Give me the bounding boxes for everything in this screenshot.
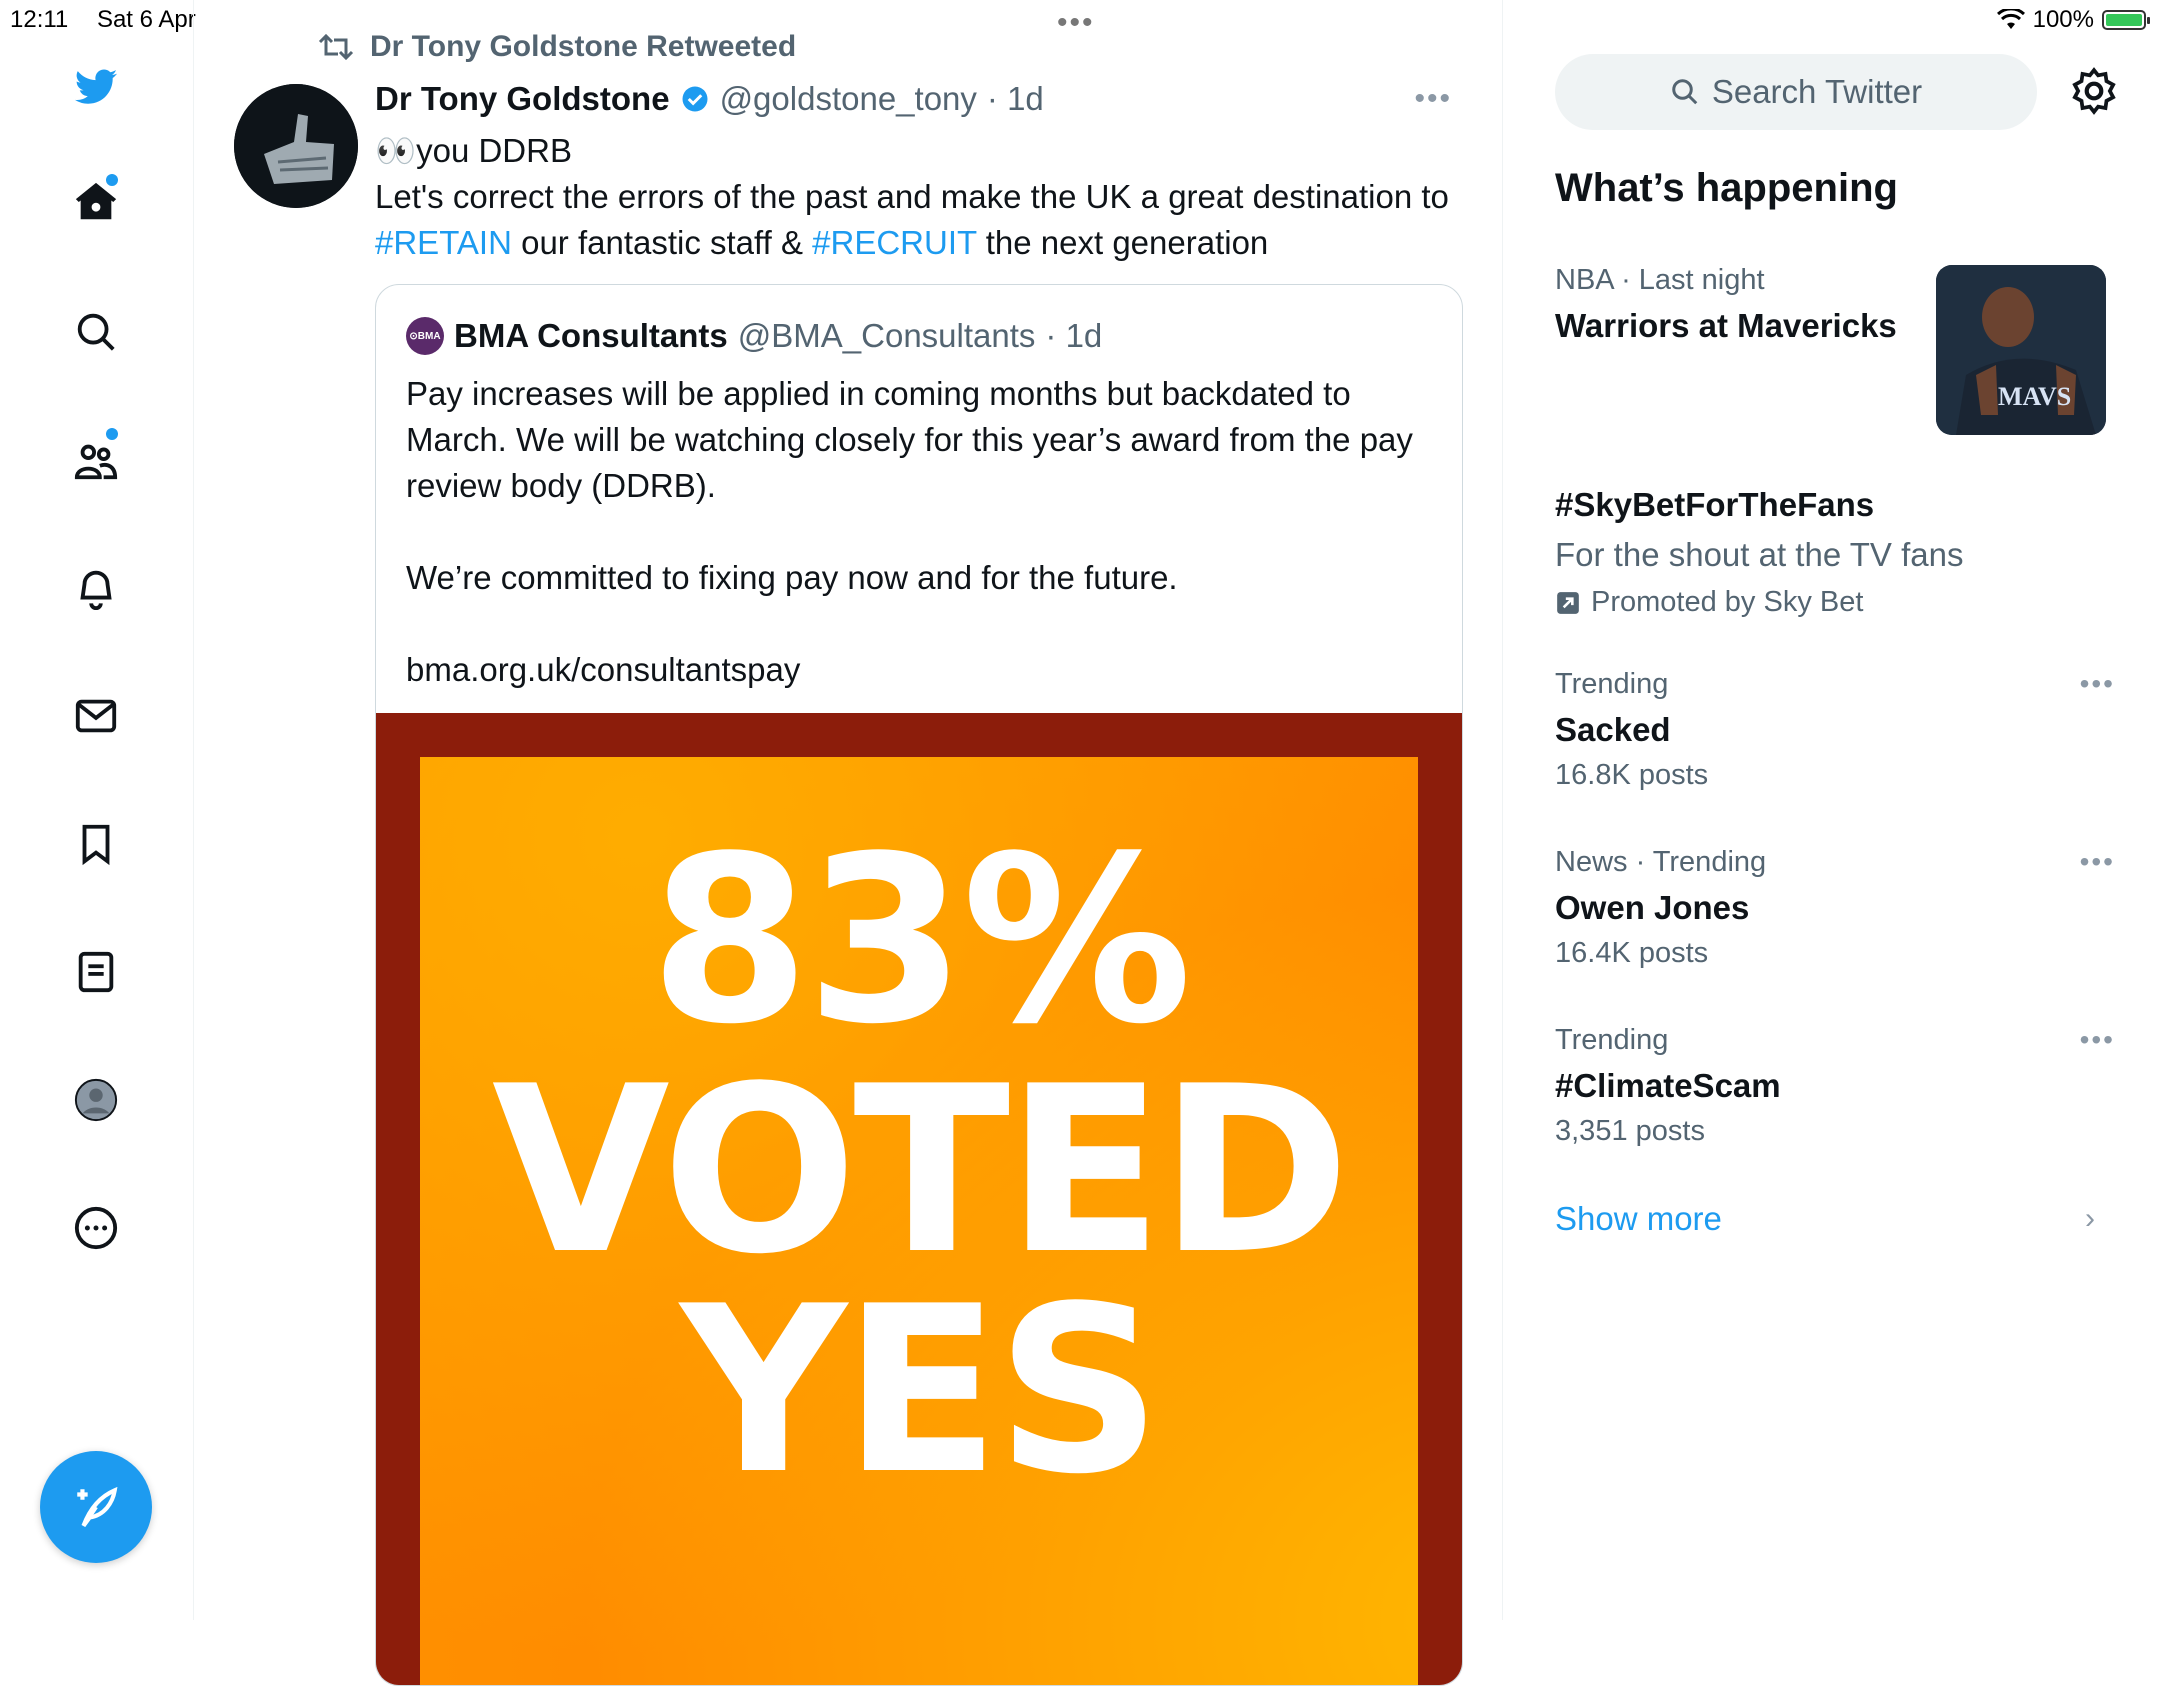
graphic-yes: YES <box>680 1258 1161 1525</box>
trend-item[interactable]: Trending Sacked 16.8K posts ••• <box>1555 668 2115 792</box>
search-placeholder: Search Twitter <box>1711 73 1923 110</box>
bell-icon <box>80 570 112 610</box>
thumbs-up-xray-avatar-image <box>234 84 358 208</box>
trend-post-count: 16.4K posts <box>1555 937 1709 969</box>
home-notification-dot <box>106 174 118 186</box>
retweet-label: Dr Tony Goldstone Retweeted <box>370 30 797 63</box>
verified-badge-icon <box>682 86 708 112</box>
trend-title: Sacked <box>1555 711 1671 748</box>
nav-messages[interactable] <box>64 684 128 748</box>
quoted-media-image[interactable]: 83% VOTED YES <box>376 713 1462 1685</box>
right-sidebar: Search Twitter What’s happening NBA · La… <box>1503 0 2160 1620</box>
trend-title: Owen Jones <box>1555 889 1750 926</box>
author-handle[interactable]: @goldstone_tony <box>720 80 977 118</box>
vote-result-graphic: 83% VOTED YES <box>420 757 1418 1685</box>
chevron-right-icon: › <box>2085 1202 2095 1235</box>
trend-meta: News · Trending <box>1555 846 1767 878</box>
author-avatar[interactable] <box>234 84 358 208</box>
communities-icon <box>74 444 118 480</box>
trend-more-icon[interactable]: ••• <box>2080 668 2115 700</box>
search-icon <box>1672 79 1698 105</box>
profile-avatar-icon <box>74 1078 118 1122</box>
trend-item-promoted[interactable]: #SkyBetForTheFans For the shout at the T… <box>1555 486 2115 619</box>
quoted-tweet-header: ⊙BMA BMA Consultants @BMA_Consultants · … <box>406 317 1102 355</box>
tweet-more-icon[interactable]: ••• <box>1414 82 1452 116</box>
quoted-tweet[interactable]: ⊙BMA BMA Consultants @BMA_Consultants · … <box>375 284 1463 1686</box>
whats-happening-title: What’s happening <box>1555 166 1898 210</box>
trend-meta: Trending <box>1555 668 1669 700</box>
quoted-author-name: BMA Consultants <box>454 317 728 354</box>
lists-icon <box>78 951 114 993</box>
quoted-paragraph-1: Pay increases will be applied in coming … <box>406 375 1413 504</box>
promoted-icon <box>1557 591 1579 614</box>
trend-item[interactable]: News · Trending Owen Jones 16.4K posts •… <box>1555 846 2115 970</box>
tweet-time[interactable]: · 1d <box>987 80 1044 118</box>
more-circle-icon <box>74 1206 118 1250</box>
quoted-tweet-time: · 1d <box>1045 317 1103 354</box>
bma-logo-avatar: ⊙BMA <box>406 317 444 355</box>
promoted-by-line: Promoted by Sky Bet <box>1555 586 2115 619</box>
nav-communities[interactable] <box>64 428 128 492</box>
left-nav-rail <box>0 0 194 1620</box>
hashtag-recruit[interactable]: #RECRUIT <box>812 224 976 261</box>
author-name[interactable]: Dr Tony Goldstone <box>375 80 670 118</box>
timeline: Dr Tony Goldstone Retweeted Dr Tony Gold… <box>194 0 1503 1686</box>
tweet-text-segment: the next generation <box>976 224 1269 261</box>
trend-item[interactable]: Trending #ClimateScam 3,351 posts ••• <box>1555 1024 2115 1148</box>
quoted-link[interactable]: bma.org.uk/consultantspay <box>406 647 1426 693</box>
promoted-subtitle: For the shout at the TV fans <box>1555 536 1964 573</box>
tweet-text: 👀you DDRB Let's correct the errors of th… <box>375 128 1455 266</box>
basketball-player-image: MAVS <box>1936 265 2106 435</box>
tweet-line-1: 👀you DDRB <box>375 132 572 169</box>
nav-more[interactable] <box>64 1196 128 1260</box>
nav-bookmarks[interactable] <box>64 812 128 876</box>
quoted-tweet-text: Pay increases will be applied in coming … <box>406 371 1426 739</box>
trend-more-icon[interactable]: ••• <box>2080 1024 2115 1056</box>
nav-home[interactable] <box>64 170 128 234</box>
bookmark-icon <box>82 824 110 866</box>
trend-post-count: 16.8K posts <box>1555 759 1709 791</box>
quoted-paragraph-2: We’re committed to fixing pay now and fo… <box>406 559 1178 596</box>
nba-player-thumbnail[interactable]: MAVS <box>1936 265 2106 435</box>
promoted-hashtag: #SkyBetForTheFans <box>1555 486 1875 523</box>
envelope-icon <box>75 699 117 733</box>
tweet-author: Dr Tony Goldstone @goldstone_tony · 1d <box>375 80 1044 118</box>
promoted-by-label: Promoted by Sky Bet <box>1591 586 1864 618</box>
compose-tweet-button[interactable] <box>40 1451 152 1563</box>
hashtag-retain[interactable]: #RETAIN <box>375 224 512 261</box>
trend-meta: Trending <box>1555 1024 1669 1056</box>
retweet-context[interactable]: Dr Tony Goldstone Retweeted <box>316 30 796 64</box>
settings-gear-icon[interactable] <box>2069 66 2119 116</box>
show-more-link[interactable]: Show more <box>1555 1200 1722 1238</box>
communities-notification-dot <box>106 428 118 440</box>
svg-text:MAVS: MAVS <box>1998 382 2071 411</box>
nav-lists[interactable] <box>64 940 128 1004</box>
tweet-text-segment: Let's correct the errors of the past and… <box>375 178 1449 215</box>
tweet-body: Let's correct the errors of the past and… <box>375 174 1455 266</box>
twitter-logo-icon[interactable] <box>64 56 128 120</box>
graphic-percent: 83% <box>649 808 1193 1075</box>
graphic-voted: VOTED <box>491 1038 1350 1305</box>
compose-feather-icon <box>77 1486 118 1527</box>
trend-title: #ClimateScam <box>1555 1067 1781 1104</box>
nav-explore[interactable] <box>64 300 128 364</box>
retweet-icon <box>318 33 354 61</box>
trend-post-count: 3,351 posts <box>1555 1115 1705 1147</box>
search-icon <box>77 313 115 351</box>
search-twitter-input[interactable]: Search Twitter <box>1555 54 2037 130</box>
quoted-author-handle: @BMA_Consultants <box>737 317 1036 354</box>
nav-notifications[interactable] <box>64 556 128 620</box>
nav-profile[interactable] <box>64 1068 128 1132</box>
tweet-text-segment: our fantastic staff & <box>511 224 813 261</box>
trend-more-icon[interactable]: ••• <box>2080 846 2115 878</box>
